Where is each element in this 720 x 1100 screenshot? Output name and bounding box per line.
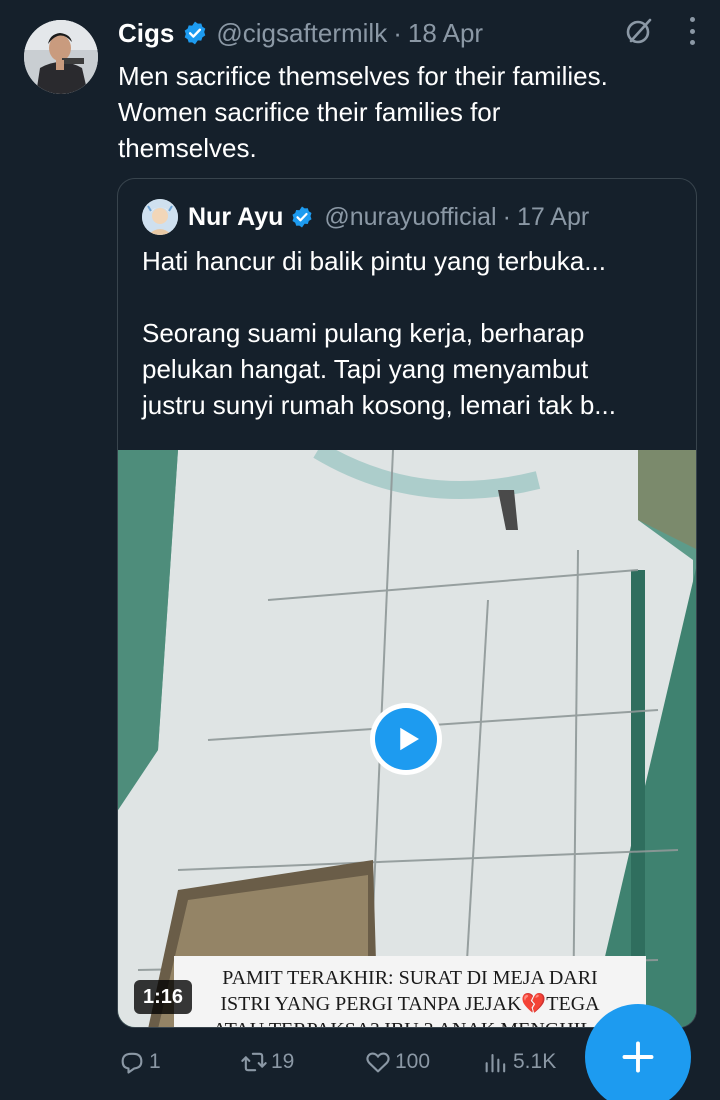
views-icon <box>485 1053 506 1073</box>
verified-badge-icon <box>185 21 206 45</box>
compose-button[interactable] <box>585 1004 691 1100</box>
quoted-text-line: pelukan hangat. Tapi yang menyambut <box>142 354 589 384</box>
like-button[interactable]: 100 <box>364 1042 430 1082</box>
video-duration-badge: 1:16 <box>134 980 193 1014</box>
quoted-author-avatar <box>142 199 178 235</box>
quoted-text-blank-line <box>142 279 682 315</box>
caption-line: ATAU TERPAKSA? IBU 3 ANAK MENGHIL... <box>174 1017 646 1027</box>
header-icons <box>624 16 696 46</box>
plus-icon <box>622 1041 654 1073</box>
caption-line: PAMIT TERAKHIR: SURAT DI MEJA DARI <box>222 967 598 989</box>
video-player[interactable]: PAMIT TERAKHIR: SURAT DI MEJA DARI ISTRI… <box>118 450 696 1027</box>
quoted-tweet-text: Hati hancur di balik pintu yang terbuka.… <box>142 243 682 423</box>
author-name[interactable]: Cigs <box>118 18 174 49</box>
tweet-text: Men sacrifice themselves for their famil… <box>118 58 698 166</box>
tweet-text-line: Men sacrifice themselves for their famil… <box>118 61 608 91</box>
avatar-image <box>24 20 98 94</box>
caption-line: ISTRI YANG PERGI TANPA JEJAK💔TEGA <box>220 993 600 1015</box>
video-caption: PAMIT TERAKHIR: SURAT DI MEJA DARI ISTRI… <box>174 956 646 1027</box>
header-separator: · <box>393 17 402 48</box>
grok-icon[interactable] <box>624 16 654 46</box>
like-count: 100 <box>395 1050 431 1073</box>
verified-badge-icon <box>292 206 312 228</box>
quoted-tweet-date: 17 Apr <box>516 202 590 231</box>
tweet-text-line: themselves. <box>118 133 257 163</box>
quoted-tweet-header: Nur Ayu @nurayuofficial · 17 Apr <box>142 199 589 235</box>
tweet-date[interactable]: 18 Apr <box>408 18 483 49</box>
reply-button[interactable]: 1 <box>118 1042 161 1082</box>
repost-button[interactable]: 19 <box>240 1042 294 1082</box>
play-button-inner <box>375 708 437 770</box>
quoted-author-handle: @nurayuofficial <box>324 202 497 231</box>
author-handle[interactable]: @cigsaftermilk <box>216 18 387 49</box>
repost-count: 19 <box>271 1050 295 1073</box>
repost-icon <box>241 1052 267 1072</box>
quoted-text-line: Hati hancur di balik pintu yang terbuka.… <box>142 246 606 276</box>
views-count: 5.1K <box>513 1050 557 1073</box>
quoted-text-line: Seorang suami pulang kerja, berharap <box>142 318 585 348</box>
quoted-text-line: justru sunyi rumah kosong, lemari tak b.… <box>142 390 616 420</box>
author-avatar[interactable] <box>24 20 98 94</box>
tweet-header: Cigs @cigsaftermilk · 18 Apr <box>118 14 696 52</box>
views-button[interactable]: 5.1K <box>482 1042 556 1082</box>
heart-icon <box>366 1052 390 1073</box>
quoted-tweet-card[interactable]: Nur Ayu @nurayuofficial · 17 Apr Hati ha… <box>117 178 697 1028</box>
quoted-avatar-image <box>142 199 178 235</box>
reply-count: 1 <box>149 1050 161 1073</box>
quoted-author-name: Nur Ayu <box>188 202 284 231</box>
play-button[interactable] <box>370 703 442 775</box>
play-icon <box>399 727 419 751</box>
tweet-detail-page: Cigs @cigsaftermilk · 18 Apr Men sacrifi… <box>0 0 720 1100</box>
quoted-header-separator: · <box>502 202 511 231</box>
tweet-text-line: Women sacrifice their families for <box>118 97 501 127</box>
reply-icon <box>121 1052 143 1074</box>
more-options-icon[interactable] <box>688 17 696 45</box>
